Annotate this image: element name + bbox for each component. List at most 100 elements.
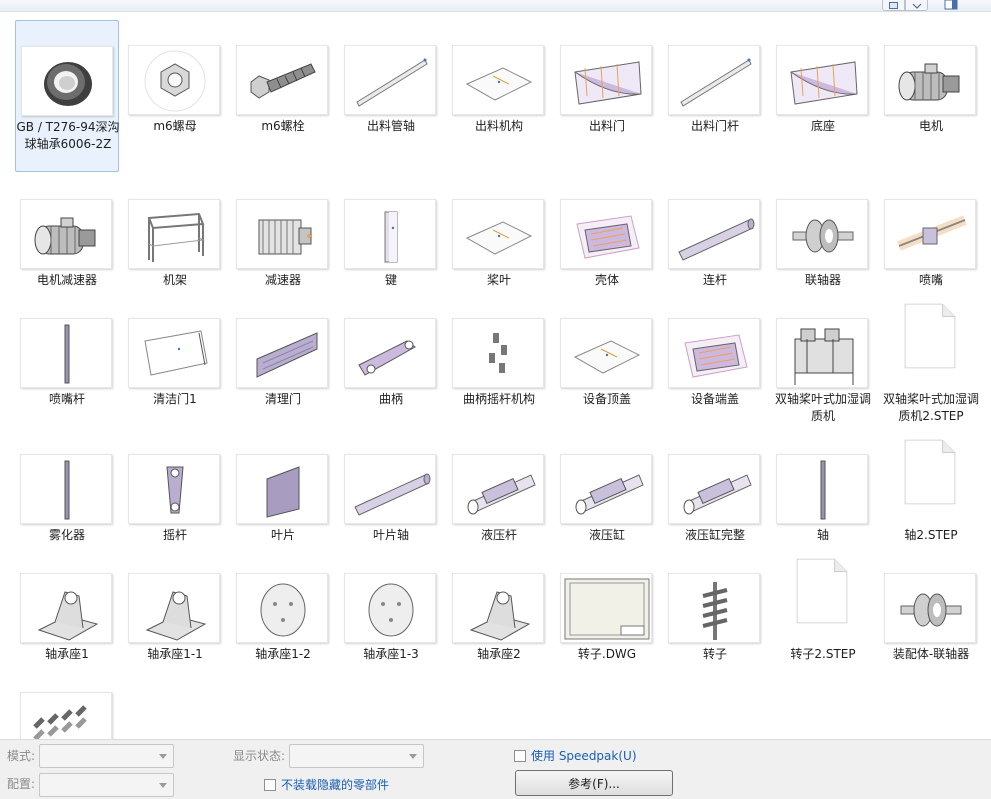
file-tile[interactable]: 转子 (663, 548, 767, 661)
blade-icon (236, 454, 328, 524)
file-tile[interactable]: m6螺栓 (231, 20, 335, 133)
file-tile[interactable]: 轴2.STEP (879, 429, 983, 542)
file-tile[interactable]: 设备顶盖 (555, 293, 659, 406)
shaft-icon (344, 454, 436, 524)
mode-select[interactable] (39, 744, 174, 768)
file-tile[interactable]: 设备端盖 (663, 293, 767, 406)
file-name: 出料机构 (474, 119, 523, 133)
file-tile[interactable]: 喷嘴杆 (15, 293, 119, 406)
housing-icon (668, 318, 760, 388)
disc-icon (344, 573, 436, 643)
file-tile[interactable]: GB / T276-94深沟球轴承6006-2Z (15, 20, 120, 172)
motor-icon (884, 45, 976, 115)
file-name: 出料门杆 (690, 119, 739, 133)
file-tile[interactable]: 喷嘴 (879, 174, 983, 287)
file-tile[interactable]: m6螺母 (123, 20, 227, 133)
file-tile[interactable]: 出料门杆 (663, 20, 767, 133)
file-tile[interactable]: 机架 (123, 174, 227, 287)
file-tile[interactable]: 轴承座1-3 (339, 548, 443, 661)
config-label: 配置: (7, 777, 36, 791)
file-name: 液压缸 (588, 528, 625, 542)
file-name: 双轴桨叶式加湿调质机2.STEP (882, 392, 979, 423)
file-tile[interactable]: 装配体-联轴器 (879, 548, 983, 661)
chevron-down-icon (159, 754, 167, 759)
hidden-parts-checkbox[interactable]: 不装载隐藏的零部件 (264, 776, 389, 793)
vertical-rod-icon (20, 318, 112, 388)
file-name: m6螺栓 (261, 119, 305, 133)
cylinder-icon (668, 454, 760, 524)
trough-icon (560, 45, 652, 115)
sheet-icon (452, 45, 544, 115)
file-tile[interactable]: 壳体 (555, 174, 659, 287)
file-name: 叶片轴 (372, 528, 409, 542)
file-name: 雾化器 (48, 528, 85, 542)
file-tile[interactable]: 雾化器 (15, 429, 119, 542)
panel-icon (128, 318, 220, 388)
file-name: 底座 (810, 119, 835, 133)
file-tile[interactable]: 出料管轴 (339, 20, 443, 133)
preview-pane-icon[interactable] (942, 0, 960, 11)
bearing-block-icon (128, 573, 220, 643)
view-dropdown-button[interactable] (905, 0, 928, 11)
file-tile[interactable]: 轴承座1-1 (123, 548, 227, 661)
open-file-dialog: GB / T276-94深沟球轴承6006-2Z m6螺母 m6螺栓 出料管轴 出料机构… (0, 0, 991, 799)
file-tile[interactable] (15, 667, 119, 739)
file-tile[interactable]: 曲柄 (339, 293, 443, 406)
file-tile[interactable]: 轴承座1-2 (231, 548, 335, 661)
file-tile[interactable]: 清洁门1 (123, 293, 227, 406)
file-tile[interactable]: 出料机构 (447, 20, 551, 133)
file-tile[interactable]: 轴承座2 (447, 548, 551, 661)
file-tile[interactable]: 电机减速器 (15, 174, 119, 287)
file-tile[interactable]: 减速器 (231, 174, 335, 287)
file-tile[interactable]: 桨叶 (447, 174, 551, 287)
motor-icon (20, 199, 112, 269)
disc-icon (236, 573, 328, 643)
view-mode-button[interactable] (882, 0, 905, 11)
file-tile[interactable]: 轴承座1 (15, 548, 119, 661)
file-tile[interactable]: 双轴桨叶式加湿调质机2.STEP (879, 293, 983, 423)
file-tile[interactable]: 摇杆 (123, 429, 227, 542)
rod-icon (668, 45, 760, 115)
speedpak-checkbox[interactable]: 使用 Speedpak(U) (514, 747, 637, 764)
document-icon (884, 437, 976, 527)
file-tile[interactable]: 叶片 (231, 429, 335, 542)
linkage-icon (452, 318, 544, 388)
checkbox-box[interactable] (264, 778, 276, 791)
file-tile[interactable]: 液压缸完整 (663, 429, 767, 542)
file-tile[interactable]: 双轴桨叶式加湿调质机 (771, 293, 875, 423)
key-icon (344, 199, 436, 269)
checkbox-box[interactable] (514, 749, 526, 762)
file-tile[interactable]: 转子.DWG (555, 548, 659, 661)
display-state-select[interactable] (289, 744, 424, 768)
file-tile[interactable]: 叶片轴 (339, 429, 443, 542)
file-tile[interactable]: 液压缸 (555, 429, 659, 542)
file-tile[interactable]: 键 (339, 174, 443, 287)
coupling-icon (776, 199, 868, 269)
file-tile[interactable]: 液压杆 (447, 429, 551, 542)
file-name: 双轴桨叶式加湿调质机 (774, 392, 871, 423)
file-tile[interactable]: 清理门 (231, 293, 335, 406)
rod-icon (344, 45, 436, 115)
file-name: 清理门 (264, 392, 301, 406)
file-tile[interactable]: 底座 (771, 20, 875, 133)
file-tile[interactable]: 轴 (771, 429, 875, 542)
file-name: 电机 (918, 119, 943, 133)
file-name: 机架 (162, 273, 187, 287)
file-name: 曲柄 (378, 392, 403, 406)
rotor-icon (668, 573, 760, 643)
file-name: 喷嘴杆 (48, 392, 85, 406)
file-tile[interactable]: 连杆 (663, 174, 767, 287)
vertical-rod-icon (20, 454, 112, 524)
hidden-parts-label: 不装载隐藏的零部件 (281, 778, 390, 792)
file-tile[interactable]: 转子2.STEP (771, 548, 875, 661)
config-select[interactable] (39, 773, 174, 797)
file-tile[interactable]: 电机 (879, 20, 983, 133)
file-tile[interactable]: 出料门 (555, 20, 659, 133)
file-tile[interactable]: 联轴器 (771, 174, 875, 287)
bearing-block-icon (20, 573, 112, 643)
file-name: 清洁门1 (153, 392, 197, 406)
file-thumbnail-grid: GB / T276-94深沟球轴承6006-2Z m6螺母 m6螺栓 出料管轴 出料机构… (0, 12, 991, 739)
file-name: 轴承座1-3 (363, 647, 419, 661)
file-tile[interactable]: 曲柄摇杆机构 (447, 293, 551, 406)
references-button[interactable]: 参考(F)... (515, 770, 673, 796)
